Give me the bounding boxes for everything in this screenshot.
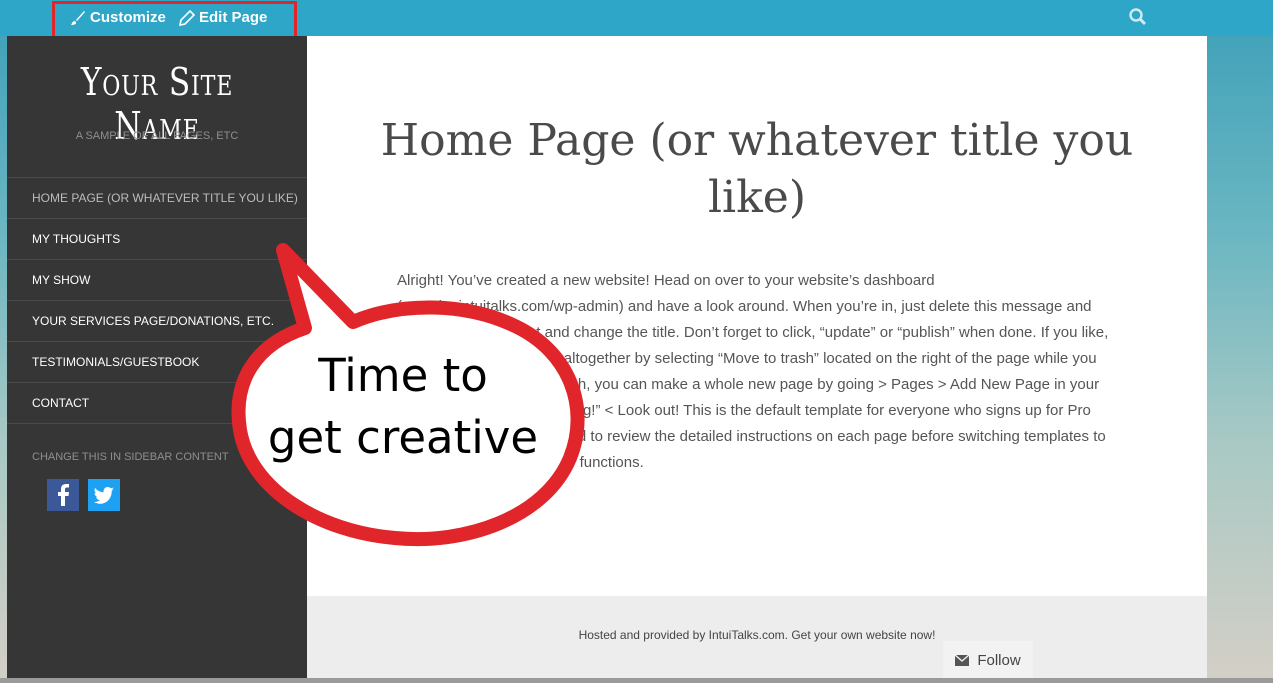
callout-text: Time to get creative <box>258 345 548 469</box>
content-area: Home Page (or whatever title you like) A… <box>307 36 1207 596</box>
sidebar-widget-note: CHANGE THIS IN SIDEBAR CONTENT <box>32 451 229 463</box>
edit-page-label: Edit Page <box>199 9 268 26</box>
pencil-icon <box>179 10 195 26</box>
site-description: A SAMPLE OF ALL PAGES, ETC <box>75 130 239 142</box>
nav-item-services[interactable]: YOUR SERVICES PAGE/DONATIONS, ETC. <box>7 301 307 342</box>
brush-icon <box>71 11 85 25</box>
facebook-icon[interactable] <box>47 479 79 511</box>
nav-item-home[interactable]: HOME PAGE (OR WHATEVER TITLE YOU LIKE) <box>7 178 307 219</box>
page-title: Home Page (or whatever title you like) <box>380 115 1134 223</box>
customize-label: Customize <box>90 9 166 26</box>
follow-label: Follow <box>977 651 1021 669</box>
twitter-icon[interactable] <box>88 479 120 511</box>
window-bottom-edge <box>0 678 1273 683</box>
footer-text[interactable]: Hosted and provided by IntuiTalks.com. G… <box>307 628 1207 642</box>
nav-item-my-thoughts[interactable]: MY THOUGHTS <box>7 219 307 260</box>
customize-link[interactable]: Customize <box>70 7 166 29</box>
footer: Hosted and provided by IntuiTalks.com. G… <box>307 596 1207 683</box>
envelope-icon <box>955 654 970 666</box>
callout-line-2: get creative <box>267 411 539 464</box>
nav-item-my-show[interactable]: MY SHOW <box>7 260 307 301</box>
edit-page-link[interactable]: Edit Page <box>179 7 267 29</box>
follow-button[interactable]: Follow <box>943 641 1033 679</box>
search-icon[interactable] <box>1128 7 1148 27</box>
admin-bar: Customize Edit Page <box>0 0 1273 36</box>
callout-line-1: Time to <box>318 349 488 402</box>
